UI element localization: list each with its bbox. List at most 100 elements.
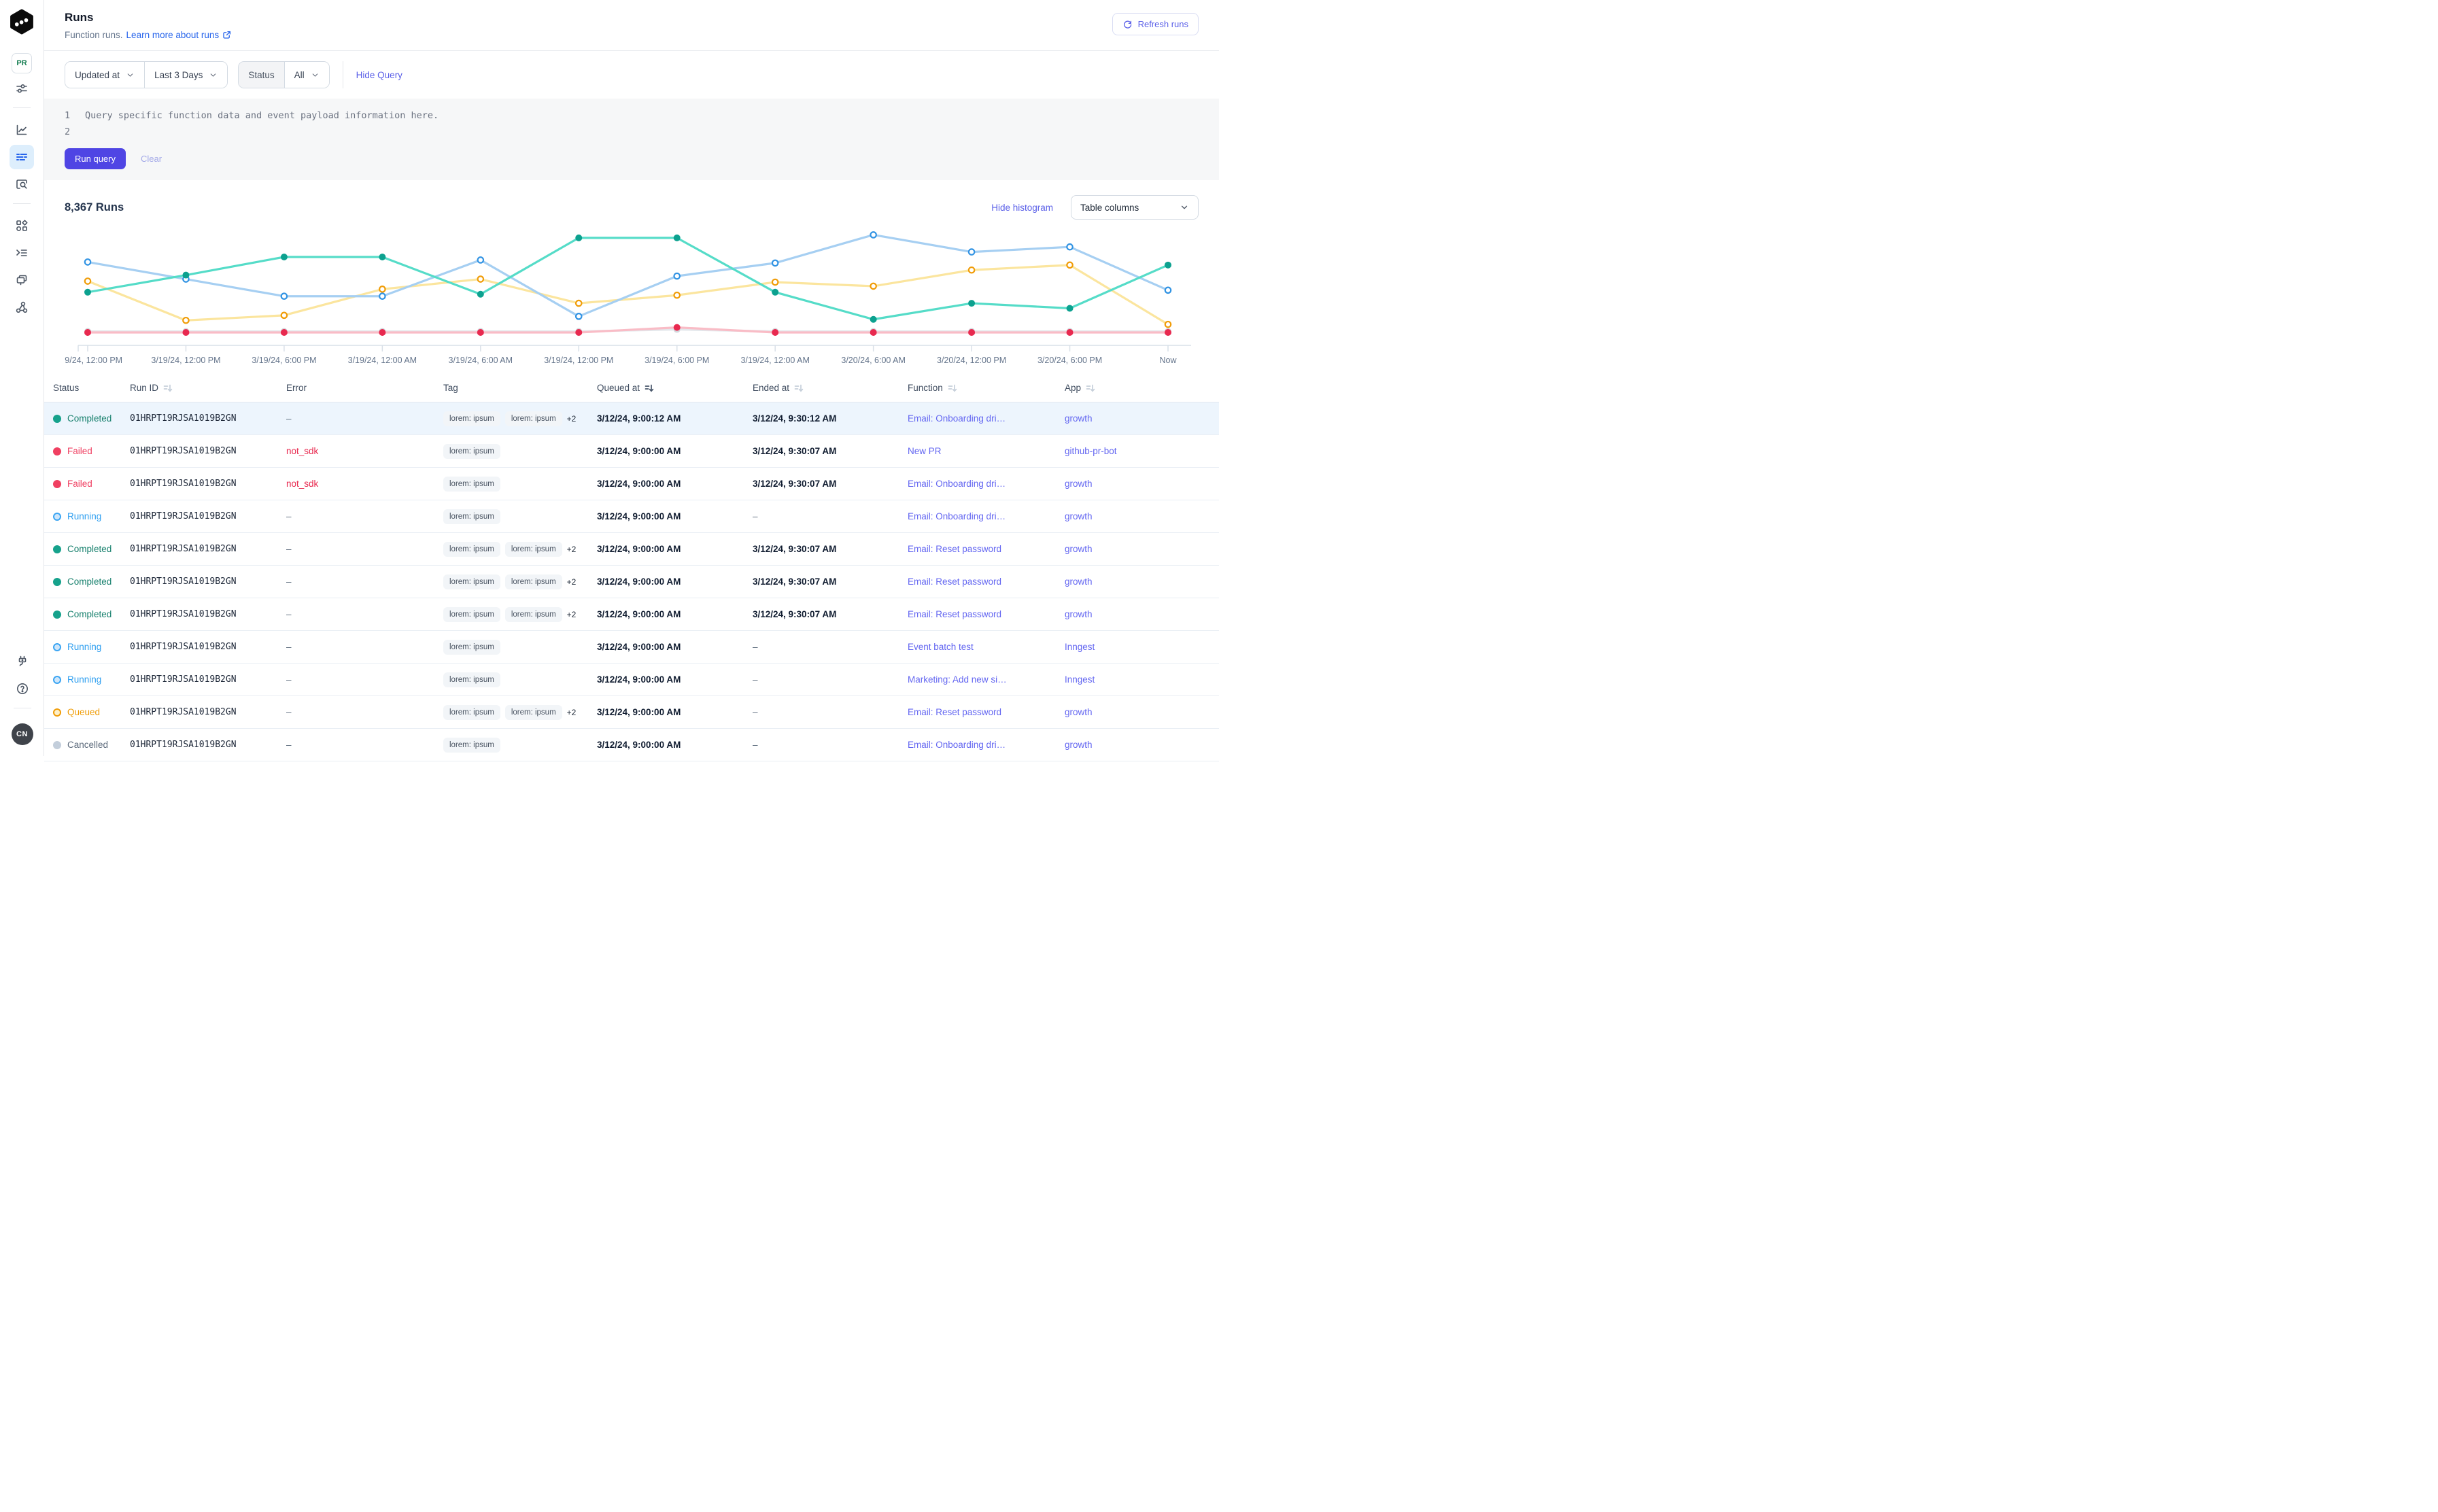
data-point-queued [85,278,90,284]
run-query-button[interactable]: Run query [65,148,126,169]
column-header[interactable]: Run ID [130,383,286,393]
page-header: Runs Function runs. Learn more about run… [44,0,1219,51]
status-label: Completed [67,413,111,424]
sort-icon[interactable] [948,383,957,393]
run-id: 01HRPT19RJSA1019B2GN [130,707,286,717]
sidebar-item-event-search[interactable] [10,172,34,196]
tag-cell: lorem: ipsum [443,477,597,492]
app-link[interactable]: growth [1065,511,1093,521]
hide-query-link[interactable]: Hide Query [356,70,402,80]
sidebar-item-apps[interactable] [10,213,34,238]
function-link[interactable]: Email: Reset password [908,577,1001,587]
sidebar-item-metrics[interactable] [10,118,34,142]
app-link[interactable]: Inngest [1065,674,1095,685]
table-row[interactable]: Running 01HRPT19RJSA1019B2GN – lorem: ip… [44,631,1219,664]
status-cell: Running [53,674,130,685]
column-header[interactable]: Queued at [597,383,753,393]
app-link[interactable]: github-pr-bot [1065,446,1117,456]
app-link[interactable]: growth [1065,609,1093,619]
function-link[interactable]: Email: Reset password [908,609,1001,619]
refresh-runs-button[interactable]: Refresh runs [1112,13,1199,35]
app-link[interactable]: growth [1065,707,1093,717]
line-number: 2 [65,124,70,140]
run-id: 01HRPT19RJSA1019B2GN [130,446,286,456]
x-axis-label: 3/19/24, 12:00 AM [348,356,417,365]
table-row[interactable]: Failed 01HRPT19RJSA1019B2GN not_sdk lore… [44,435,1219,468]
sidebar-item-integrations[interactable] [10,649,35,674]
data-point-completed [477,291,484,298]
column-header[interactable]: Ended at [753,383,908,393]
external-link-icon [222,30,232,40]
status-label: Failed [67,479,92,489]
data-point-running [772,260,778,266]
table-row[interactable]: Queued 01HRPT19RJSA1019B2GN – lorem: ips… [44,696,1219,729]
tag-chip: lorem: ipsum [505,607,562,622]
function-link[interactable]: Email: Onboarding dri… [908,511,1006,521]
function-link[interactable]: Email: Reset password [908,707,1001,717]
queued-at: 3/12/24, 9:00:00 AM [597,446,753,456]
data-point-queued [969,267,974,273]
sort-icon[interactable] [163,383,173,393]
app-link[interactable]: growth [1065,479,1093,489]
tag-chip: lorem: ipsum [443,509,500,524]
sidebar-item-webhooks[interactable] [10,295,34,320]
error-cell: – [286,413,443,424]
app-link[interactable]: growth [1065,413,1093,424]
run-id: 01HRPT19RJSA1019B2GN [130,577,286,587]
table-row[interactable]: Completed 01HRPT19RJSA1019B2GN – lorem: … [44,533,1219,566]
data-point-completed [1067,305,1074,311]
table-row[interactable]: Running 01HRPT19RJSA1019B2GN – lorem: ip… [44,500,1219,533]
table-row[interactable]: Completed 01HRPT19RJSA1019B2GN – lorem: … [44,402,1219,435]
column-header[interactable]: App [1065,383,1219,393]
data-point-completed [968,300,975,307]
workspace-badge[interactable]: PR [12,53,32,73]
status-dot-icon [53,480,61,488]
error-cell: – [286,609,443,619]
table-row[interactable]: Running 01HRPT19RJSA1019B2GN – lorem: ip… [44,664,1219,696]
app-link[interactable]: growth [1065,577,1093,587]
table-columns-dropdown[interactable]: Table columns [1071,195,1199,220]
sidebar-item-settings[interactable] [10,76,34,101]
hide-histogram-link[interactable]: Hide histogram [991,203,1053,213]
x-axis-label: 3/20/24, 12:00 PM [937,356,1006,365]
function-link[interactable]: Marketing: Add new si… [908,674,1007,685]
data-point-failed [1165,329,1171,336]
data-point-queued [576,300,581,306]
table-row[interactable]: Completed 01HRPT19RJSA1019B2GN – lorem: … [44,598,1219,631]
learn-more-link[interactable]: Learn more about runs [126,30,233,40]
table-row[interactable]: Failed 01HRPT19RJSA1019B2GN not_sdk lore… [44,468,1219,500]
data-point-completed [575,235,582,241]
table-row[interactable]: Completed 01HRPT19RJSA1019B2GN – lorem: … [44,566,1219,598]
column-header[interactable]: Function [908,383,1065,393]
function-link[interactable]: New PR [908,446,942,456]
time-field-dropdown[interactable]: Updated at [65,62,144,88]
app-link[interactable]: Inngest [1065,642,1095,652]
run-id: 01HRPT19RJSA1019B2GN [130,511,286,521]
function-link[interactable]: Email: Onboarding dri… [908,413,1006,424]
function-link[interactable]: Event batch test [908,642,974,652]
status-dot-icon [53,741,61,749]
sidebar-item-help[interactable] [10,676,35,701]
sort-icon[interactable] [1086,383,1095,393]
function-link[interactable]: Email: Reset password [908,544,1001,554]
user-avatar[interactable]: CN [12,723,33,745]
function-link[interactable]: Email: Onboarding dri… [908,479,1006,489]
function-link[interactable]: Email: Onboarding dri… [908,740,1006,750]
status-cell: Running [53,511,130,521]
sidebar-item-functions[interactable] [10,241,34,265]
status-label: Running [67,674,101,685]
query-editor[interactable]: 1 Query specific function data and event… [44,99,1219,180]
sort-icon[interactable] [794,383,804,393]
app-link[interactable]: growth [1065,544,1093,554]
status-filter-dropdown[interactable]: All [284,62,329,88]
help-icon [16,682,29,695]
sidebar-item-runs[interactable] [10,145,34,169]
inngest-logo-icon[interactable] [9,8,35,35]
status-dot-icon [53,545,61,553]
time-range-dropdown[interactable]: Last 3 Days [144,62,227,88]
sort-icon[interactable] [645,383,654,393]
app-link[interactable]: growth [1065,740,1093,750]
sidebar-item-events[interactable] [10,268,34,292]
clear-query-button[interactable]: Clear [141,154,162,164]
table-row[interactable]: Cancelled 01HRPT19RJSA1019B2GN – lorem: … [44,729,1219,761]
